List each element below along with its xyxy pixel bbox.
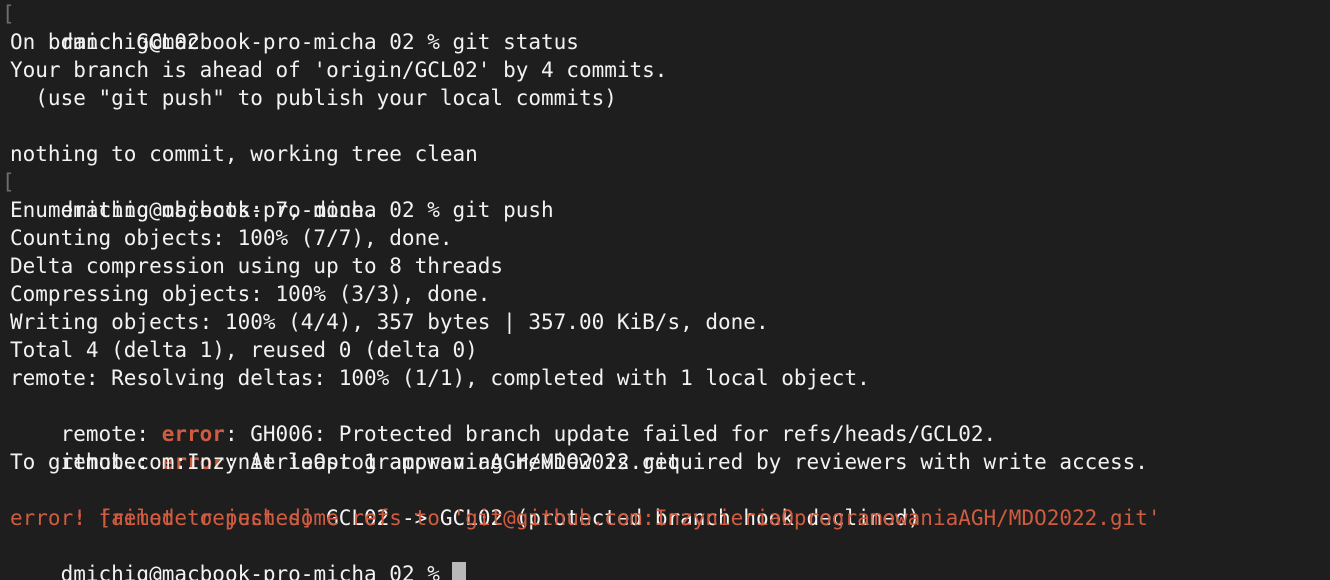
terminal-error-line: remote: error: At least 1 approving revi… [10,420,1330,474]
terminal-output-line: Compressing objects: 100% (3/3), done. [10,282,491,306]
line-mark: [ [2,2,15,26]
terminal-output-line: Delta compression using up to 8 threads [10,254,504,278]
shell-prompt: dmichig@macbook-pro-micha 02 % [60,562,440,580]
terminal-rejected-line: ! [remote rejected] GCL02 -> GCL02 (prot… [10,476,1330,530]
terminal-output-line: Counting objects: 100% (7/7), done. [10,226,453,250]
terminal-output-line: On branch GCL02 [10,30,200,54]
line-mark: [ [2,170,15,194]
terminal-output-line: Writing objects: 100% (4/4), 357 bytes |… [10,310,769,334]
terminal-output-line: To github.com:InzynieriaOprogramowaniaAG… [10,450,681,474]
text-cursor[interactable] [451,562,466,580]
terminal-output-line: remote: Resolving deltas: 100% (1/1), co… [10,366,870,390]
terminal-output-line: (use "git push" to publish your local co… [10,86,617,110]
terminal-line-command-push: [dmichig@macbook-pro-micha 02 % git push [2,168,1330,222]
terminal-output-line: Enumerating objects: 7, done. [10,198,377,222]
terminal-push-error-line: error: failed to push some refs to 'git@… [10,506,1161,530]
terminal-output-line: nothing to commit, working tree clean [10,142,478,166]
terminal-current-prompt-line[interactable]: dmichig@macbook-pro-micha 02 % [10,532,1330,580]
terminal-output-line: Your branch is ahead of 'origin/GCL02' b… [10,58,668,82]
terminal-output-line: Total 4 (delta 1), reused 0 (delta 0) [10,338,478,362]
terminal-window[interactable]: [dmichig@macbook-pro-micha 02 % git stat… [0,0,1330,580]
terminal-error-line: remote: error: GH006: Protected branch u… [10,392,1330,446]
terminal-line-command-status: [dmichig@macbook-pro-micha 02 % git stat… [2,0,1330,54]
